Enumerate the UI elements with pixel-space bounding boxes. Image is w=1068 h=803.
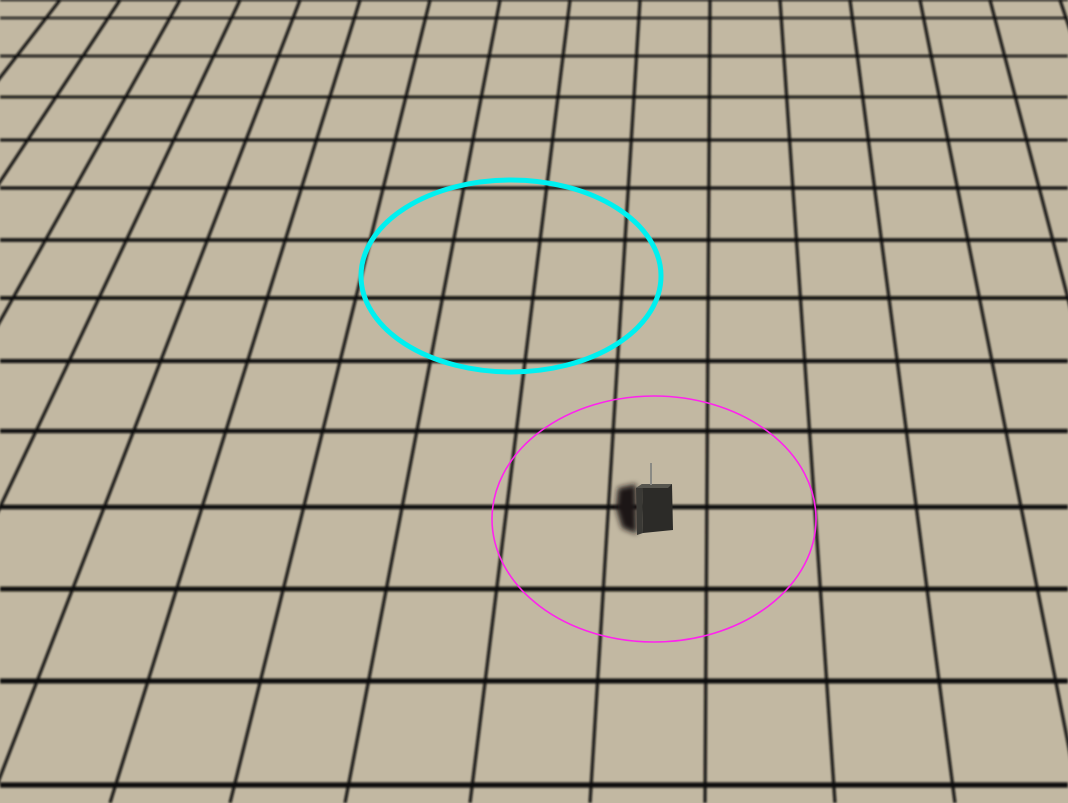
agent-body-top bbox=[636, 484, 672, 488]
game-viewport[interactable] bbox=[0, 0, 1068, 803]
agent-body-front bbox=[642, 484, 673, 533]
scene-canvas bbox=[0, 0, 1068, 803]
agent-body-side bbox=[636, 484, 643, 535]
